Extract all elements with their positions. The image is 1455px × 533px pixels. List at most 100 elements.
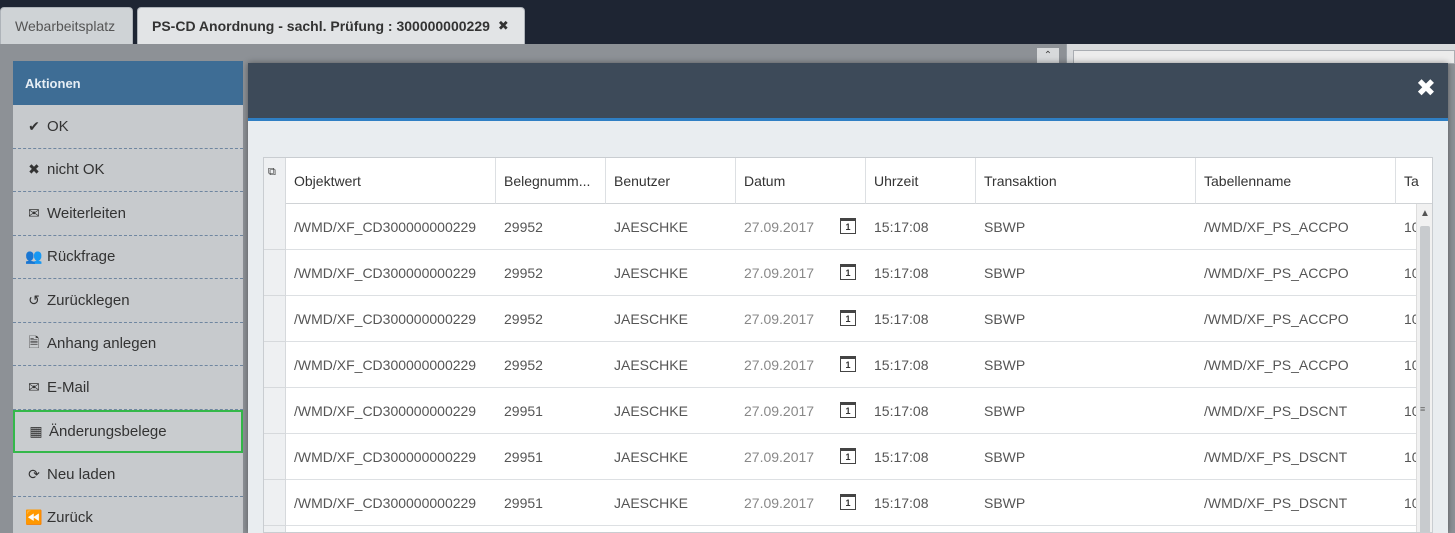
table-cell-uhrzeit: 15:17:08 bbox=[866, 388, 976, 434]
column-header-datum[interactable]: Datum bbox=[736, 158, 866, 204]
copy-icon[interactable]: ⧉ bbox=[268, 166, 276, 179]
backward-icon: ⏪ bbox=[25, 509, 43, 526]
action-label: E-Mail bbox=[47, 378, 90, 396]
check-icon: ✔ bbox=[28, 117, 40, 134]
action-rueckfrage[interactable]: 👥 Rückfrage bbox=[13, 236, 243, 279]
undo-icon: ↺ bbox=[28, 291, 40, 308]
row-selector[interactable] bbox=[264, 250, 286, 296]
modal-header: ✖ bbox=[248, 63, 1448, 121]
table-cell-belegnummer: 29952 bbox=[496, 296, 606, 342]
row-selector[interactable] bbox=[264, 342, 286, 388]
row-selector[interactable] bbox=[264, 204, 286, 250]
vertical-scrollbar[interactable]: ▲ ≡ bbox=[1416, 204, 1432, 532]
close-icon[interactable]: ✖ bbox=[1416, 77, 1436, 101]
table-cell-transaktion: SBWP bbox=[976, 204, 1196, 250]
change-documents-dialog: ✖ ⧉ Objektwert Belegnumm... Benutzer Datum U… bbox=[248, 63, 1448, 533]
calendar-icon[interactable]: 1 bbox=[840, 448, 856, 464]
tab-close-icon[interactable]: ✖ bbox=[498, 18, 509, 34]
calendar-icon[interactable]: 1 bbox=[840, 494, 856, 510]
table-cell-uhrzeit: 15:17:08 bbox=[866, 204, 976, 250]
table-cell-objektwert: /WMD/XF_CD300000000229 bbox=[286, 434, 496, 480]
table-cell-belegnummer: 29951 bbox=[496, 388, 606, 434]
column-header-transaktion[interactable]: Transaktion bbox=[976, 158, 1196, 204]
table-cell-benutzer: JAESCHKE bbox=[606, 342, 736, 388]
action-zuruecklegen[interactable]: ↺ Zurücklegen bbox=[13, 279, 243, 323]
action-weiterleiten[interactable]: ✉ Weiterleiten bbox=[13, 192, 243, 236]
row-selector[interactable] bbox=[264, 296, 286, 342]
table-cell-benutzer: JAESCHKE bbox=[606, 388, 736, 434]
tab-label: Webarbeitsplatz bbox=[15, 18, 116, 34]
column-header-belegnummer[interactable]: Belegnumm... bbox=[496, 158, 606, 204]
action-label: Rückfrage bbox=[47, 248, 116, 266]
refresh-icon: ⟳ bbox=[28, 465, 40, 482]
grip-icon: ≡ bbox=[1420, 404, 1426, 414]
calendar-icon[interactable]: 1 bbox=[840, 264, 856, 280]
table-icon: ▦ bbox=[29, 422, 43, 439]
table-cell-tabellenname: /WMD/XF_PS_DSCNT bbox=[1196, 480, 1396, 526]
action-label: Neu laden bbox=[47, 465, 116, 483]
table-cell-belegnummer: 29951 bbox=[496, 434, 606, 480]
table-cell-transaktion: SBWP bbox=[976, 388, 1196, 434]
table-cell-objektwert: /WMD/XF_CD300000000229 bbox=[286, 296, 496, 342]
row-selector[interactable] bbox=[264, 434, 286, 480]
file-pdf-icon: 🗎 bbox=[28, 333, 40, 350]
action-ok[interactable]: ✔ OK bbox=[13, 105, 243, 149]
row-selector[interactable] bbox=[264, 388, 286, 434]
tab-label: PS-CD Anordnung - sachl. Prüfung : 30000… bbox=[152, 18, 490, 34]
table-cell-transaktion: SBWP bbox=[976, 434, 1196, 480]
scrollbar-thumb[interactable] bbox=[1420, 226, 1430, 532]
action-nicht-ok[interactable]: ✖ nicht OK bbox=[13, 149, 243, 192]
action-anhang-anlegen[interactable]: 🗎 Anhang anlegen bbox=[13, 323, 243, 366]
table-cell-uhrzeit: 15:17:08 bbox=[866, 296, 976, 342]
table-cell-tabellenname: /WMD/XF_PS_DSCNT bbox=[1196, 434, 1396, 480]
action-zurueck[interactable]: ⏪ Zurück bbox=[13, 497, 243, 533]
table-cell-benutzer: JAESCHKE bbox=[606, 434, 736, 480]
table-cell-benutzer: JAESCHKE bbox=[606, 204, 736, 250]
tab-bar: Webarbeitsplatz PS-CD Anordnung - sachl.… bbox=[0, 0, 1455, 44]
change-documents-table: ⧉ Objektwert Belegnumm... Benutzer Datum Uhr… bbox=[263, 157, 1433, 533]
scroll-up-icon[interactable]: ▲ bbox=[1420, 208, 1430, 219]
table-cell-belegnummer: 29952 bbox=[496, 342, 606, 388]
action-aenderungsbelege[interactable]: ▦ Änderungsbelege bbox=[13, 409, 243, 453]
calendar-icon[interactable]: 1 bbox=[840, 356, 856, 372]
table-cell-benutzer: JAESCHKE bbox=[606, 480, 736, 526]
envelope-icon: ✉ bbox=[28, 378, 40, 395]
table-cell-uhrzeit: 15:17:08 bbox=[866, 480, 976, 526]
action-neu-laden[interactable]: ⟳ Neu laden bbox=[13, 453, 243, 497]
action-label: Weiterleiten bbox=[47, 204, 126, 222]
row-selector[interactable] bbox=[264, 480, 286, 526]
action-label: Anhang anlegen bbox=[47, 335, 157, 353]
table-cell-tabellenname: /WMD/XF_PS_DSCNT bbox=[1196, 388, 1396, 434]
table-cell-uhrzeit: 15:17:08 bbox=[866, 250, 976, 296]
action-label: Zurück bbox=[47, 509, 93, 527]
table-cell-belegnummer: 29951 bbox=[496, 480, 606, 526]
actions-sidebar: Aktionen ✔ OK ✖ nicht OK ✉ Weiterleiten … bbox=[13, 61, 243, 533]
table-cell-objektwert: /WMD/XF_CD300000000229 bbox=[286, 204, 496, 250]
tab-ps-cd-anordnung[interactable]: PS-CD Anordnung - sachl. Prüfung : 30000… bbox=[137, 7, 525, 44]
column-header-benutzer[interactable]: Benutzer bbox=[606, 158, 736, 204]
column-header-uhrzeit[interactable]: Uhrzeit bbox=[866, 158, 976, 204]
table-cell-uhrzeit: 15:17:08 bbox=[866, 434, 976, 480]
table-cell-transaktion: SBWP bbox=[976, 342, 1196, 388]
action-label: Zurücklegen bbox=[47, 291, 130, 309]
close-icon: ✖ bbox=[28, 161, 40, 178]
chevron-up-icon: ⌃ bbox=[1037, 48, 1059, 64]
table-cell-tabellenname: /WMD/XF_PS_ACCPO bbox=[1196, 204, 1396, 250]
calendar-icon[interactable]: 1 bbox=[840, 218, 856, 234]
envelope-icon: ✉ bbox=[28, 204, 40, 221]
table-cell-transaktion: SBWP bbox=[976, 480, 1196, 526]
column-header-objektwert[interactable]: Objektwert bbox=[286, 158, 496, 204]
tab-webarbeitsplatz[interactable]: Webarbeitsplatz bbox=[0, 7, 133, 44]
table-cell-benutzer: JAESCHKE bbox=[606, 250, 736, 296]
table-cell-transaktion: SBWP bbox=[976, 250, 1196, 296]
column-header-tabellenname[interactable]: Tabellenname bbox=[1196, 158, 1396, 204]
action-label: OK bbox=[47, 117, 69, 135]
calendar-icon[interactable]: 1 bbox=[840, 310, 856, 326]
background-panel bbox=[1066, 44, 1455, 64]
calendar-icon[interactable]: 1 bbox=[840, 402, 856, 418]
action-email[interactable]: ✉ E-Mail bbox=[13, 366, 243, 410]
table-cell-objektwert: /WMD/XF_CD300000000229 bbox=[286, 250, 496, 296]
column-header-ta[interactable]: Ta bbox=[1396, 158, 1432, 204]
table-cell-objektwert: /WMD/XF_CD300000000229 bbox=[286, 480, 496, 526]
table-cell-tabellenname: /WMD/XF_PS_ACCPO bbox=[1196, 250, 1396, 296]
